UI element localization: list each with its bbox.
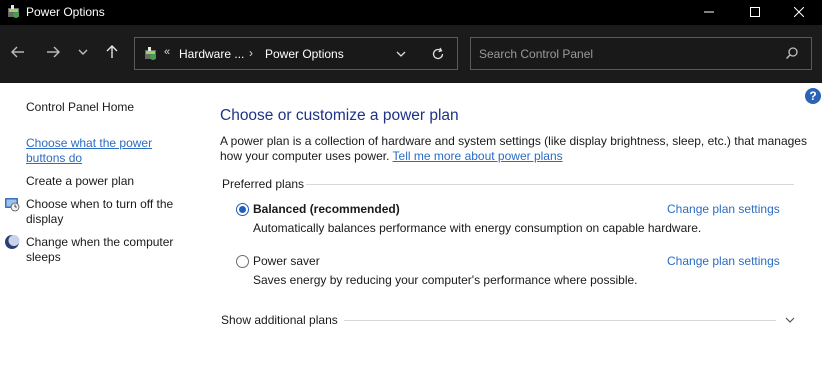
maximize-icon [750, 6, 760, 20]
balanced-plan-name[interactable]: Balanced (recommended) [253, 202, 400, 216]
close-button[interactable] [776, 0, 822, 25]
additional-plans-divider [344, 320, 776, 321]
power-saver-plan-name[interactable]: Power saver [253, 254, 320, 268]
up-button[interactable] [101, 41, 123, 65]
sidebar-item-turn-off-display[interactable]: Choose when to turn off the display [26, 197, 196, 227]
address-dropdown-icon[interactable] [393, 46, 409, 62]
window-title: Power Options [26, 5, 105, 19]
recent-locations-icon [78, 46, 88, 60]
balanced-plan-description: Automatically balances performance with … [253, 221, 702, 235]
search-input[interactable] [471, 38, 771, 69]
search-icon[interactable] [785, 46, 801, 62]
page-description: A power plan is a collection of hardware… [220, 134, 810, 164]
power-saver-change-settings-link[interactable]: Change plan settings [667, 254, 780, 268]
sidebar-item-control-panel-home[interactable]: Control Panel Home [26, 100, 134, 115]
power-saver-plan-description: Saves energy by reducing your computer's… [253, 273, 638, 287]
minimize-button[interactable] [686, 0, 732, 25]
recent-locations-button[interactable] [72, 41, 94, 65]
show-additional-plans[interactable]: Show additional plans [221, 313, 338, 327]
refresh-icon[interactable] [429, 45, 447, 63]
power-saver-plan-radio[interactable] [236, 255, 249, 268]
control-panel-icon [143, 46, 159, 62]
learn-more-link[interactable]: Tell me more about power plans [393, 149, 563, 163]
back-arrow-icon [11, 45, 25, 62]
forward-arrow-icon [46, 45, 60, 62]
sidebar-item-create-power-plan[interactable]: Create a power plan [26, 174, 134, 189]
page-title: Choose or customize a power plan [220, 107, 459, 124]
preferred-plans-label: Preferred plans [222, 177, 305, 191]
breadcrumb-separator[interactable]: › [249, 46, 253, 60]
title-bar: Power Options [0, 0, 822, 25]
power-options-icon [6, 4, 22, 20]
display-power-icon [4, 196, 20, 212]
balanced-plan-radio[interactable] [236, 203, 249, 216]
sidebar-item-power-buttons[interactable]: Choose what the power buttons do [26, 136, 176, 166]
close-icon [793, 6, 805, 20]
address-bar[interactable]: « Hardware ... › Power Options [134, 37, 458, 70]
back-button[interactable] [7, 41, 29, 65]
sidebar-item-computer-sleeps[interactable]: Change when the computer sleeps [26, 235, 196, 265]
help-icon[interactable]: ? [805, 88, 821, 104]
maximize-button[interactable] [732, 0, 778, 25]
breadcrumb-hardware[interactable]: Hardware ... [179, 47, 244, 61]
breadcrumb-overflow[interactable]: « [164, 46, 170, 58]
search-box[interactable] [470, 37, 812, 70]
minimize-icon [704, 6, 714, 20]
chevron-down-icon[interactable] [783, 313, 797, 327]
forward-button[interactable] [42, 41, 64, 65]
preferred-plans-divider [306, 184, 794, 185]
navigation-bar: « Hardware ... › Power Options [0, 25, 822, 83]
balanced-change-settings-link[interactable]: Change plan settings [667, 202, 780, 216]
breadcrumb-power-options[interactable]: Power Options [265, 47, 344, 61]
up-arrow-icon [105, 44, 119, 62]
sleep-moon-icon [4, 234, 20, 250]
